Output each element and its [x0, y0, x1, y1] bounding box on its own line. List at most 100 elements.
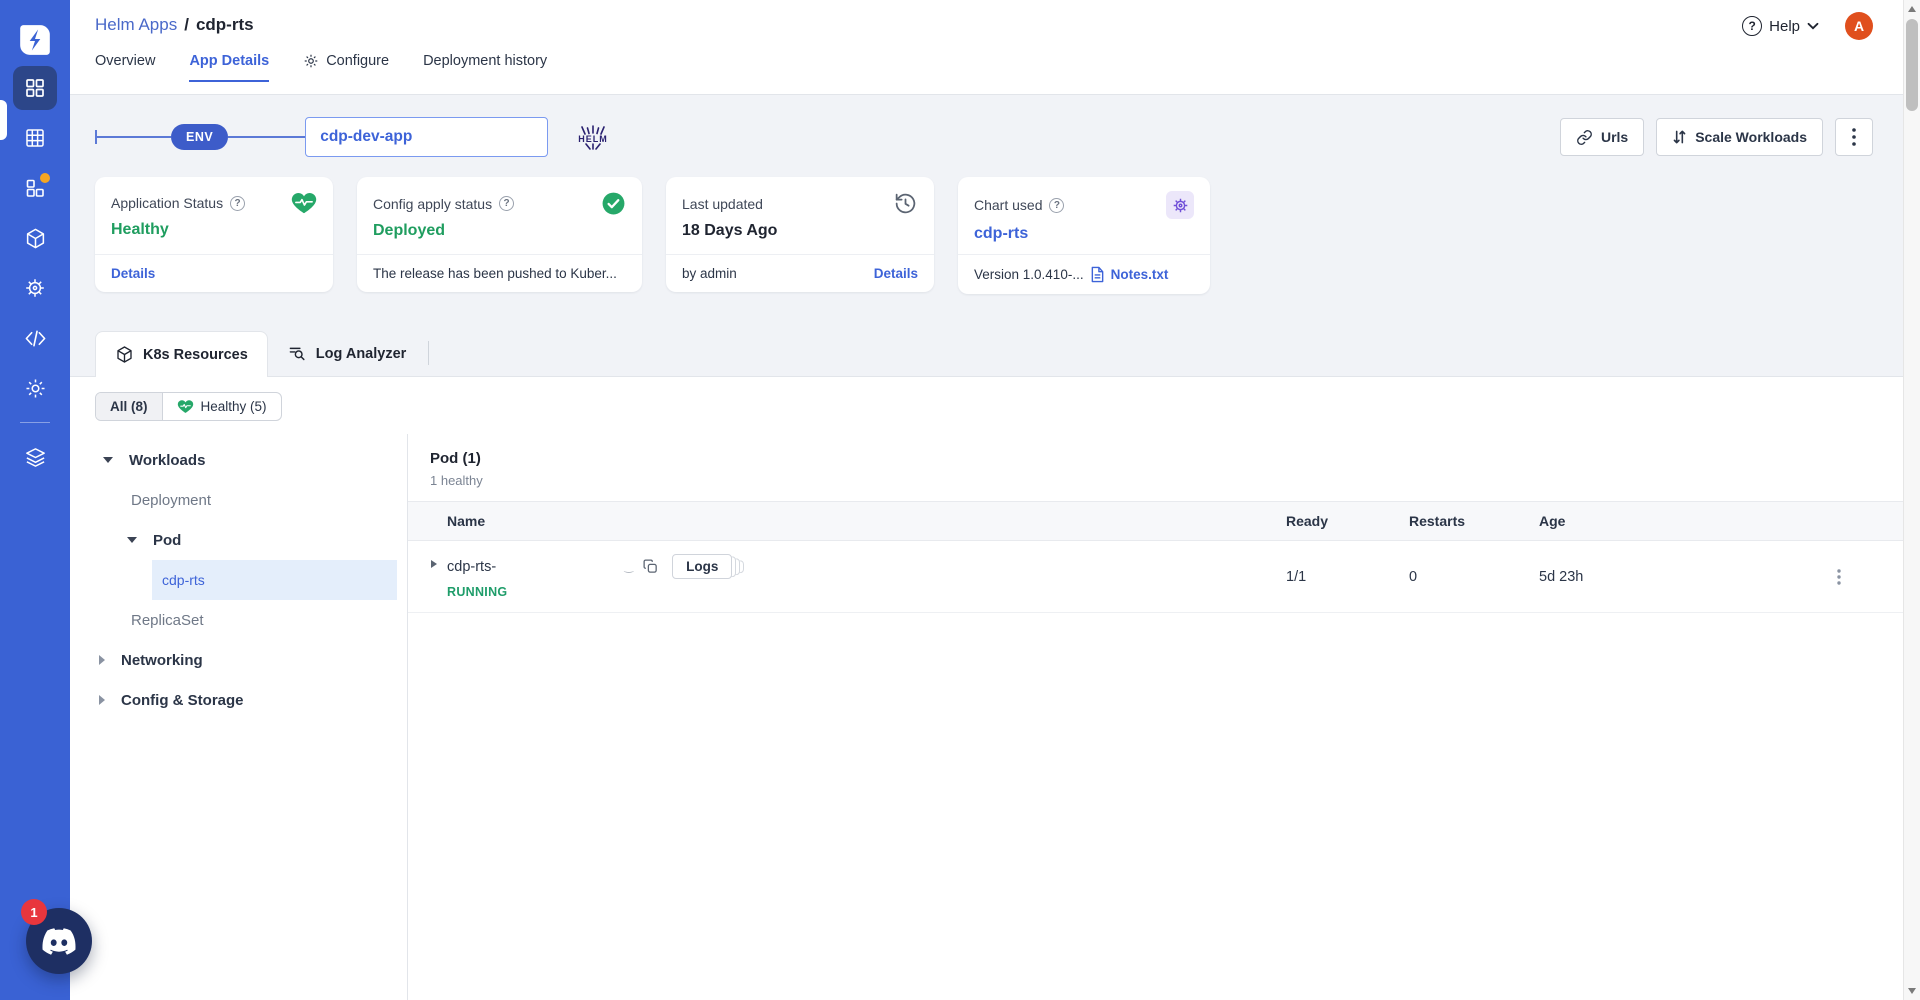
scale-workloads-button[interactable]: Scale Workloads [1656, 118, 1823, 156]
column-name: Name [447, 513, 486, 529]
chat-notification-badge: 1 [21, 899, 47, 925]
sidebar-item-stacks[interactable] [13, 435, 57, 479]
devtron-logo[interactable] [15, 20, 55, 60]
config-apply-status-card: Config apply status ? Deployed The relea… [357, 177, 642, 292]
filter-label: Healthy (5) [200, 399, 267, 414]
tab-label: Configure [326, 53, 390, 69]
sidebar-item-applications[interactable] [13, 66, 57, 110]
chart-version: Version 1.0.410-... [974, 267, 1084, 282]
breadcrumb-parent-link[interactable]: Helm Apps [95, 15, 177, 35]
expand-caret-icon[interactable] [431, 560, 437, 568]
env-line [228, 136, 306, 138]
tab-configure[interactable]: Configure [303, 53, 389, 82]
tree-item-deployment[interactable]: Deployment [70, 480, 407, 520]
filter-healthy[interactable]: Healthy (5) [163, 393, 281, 420]
breadcrumb: Helm Apps / cdp-rts [95, 0, 1873, 35]
tree-item-workloads[interactable]: Workloads [70, 440, 407, 480]
tree-label: cdp-rts [162, 572, 205, 588]
card-title: Chart used [974, 197, 1043, 213]
updated-by: by admin [682, 266, 737, 281]
tree-item-pod[interactable]: Pod [70, 520, 407, 560]
pod-table-subtitle: 1 healthy [430, 473, 483, 488]
breadcrumb-current: cdp-rts [195, 15, 254, 34]
discord-chat-button[interactable]: 1 [21, 899, 92, 974]
table-row[interactable]: cdp-rts- ‿ Logs RUNNING 1/1 0 5d 23h [408, 541, 1903, 613]
sidebar-item-settings[interactable] [13, 366, 57, 410]
content: ENV cdp-dev-app HELM Urls Scale Workload… [70, 95, 1903, 1000]
pod-name: cdp-rts- [447, 558, 497, 575]
last-updated-value: 18 Days Ago [682, 222, 778, 239]
helm-logo: HELM [578, 124, 608, 150]
page-scrollbar[interactable] [1903, 0, 1920, 1000]
gear-icon [24, 377, 47, 400]
panel-body: Workloads Deployment Pod cdp-rts Replica… [70, 434, 1903, 1000]
stack-edge [731, 555, 737, 578]
sidebar-item-helm[interactable] [13, 266, 57, 310]
scroll-up-arrow[interactable] [1908, 6, 1916, 12]
helm-wheel-icon [1166, 191, 1194, 219]
app-name-value: cdp-dev-app [320, 128, 413, 145]
notification-dot [40, 173, 50, 183]
scale-arrows-icon [1672, 129, 1687, 145]
app-root: Helm Apps / cdp-rts Overview App Details… [0, 0, 1920, 1000]
heart-icon [177, 399, 194, 414]
tab-app-details[interactable]: App Details [189, 53, 270, 82]
help-label: Help [1769, 17, 1800, 35]
resource-tree: Workloads Deployment Pod cdp-rts Replica… [70, 434, 407, 1000]
tree-label: Deployment [131, 491, 212, 509]
urls-button[interactable]: Urls [1559, 118, 1645, 156]
document-icon [1090, 266, 1105, 283]
info-icon[interactable]: ? [1049, 197, 1065, 213]
filter-row: All (8) Healthy (5) [70, 377, 1903, 434]
env-line [97, 136, 171, 138]
details-link[interactable]: Details [874, 266, 918, 281]
sidebar-item-resource-browser[interactable] [13, 216, 57, 260]
question-circle-icon: ? [1742, 16, 1763, 36]
copy-icon[interactable] [642, 558, 659, 575]
topbar-right: ? Help A [1742, 12, 1873, 40]
scroll-thumb[interactable] [1906, 19, 1918, 111]
caret-down-icon [127, 537, 137, 543]
last-updated-card: Last updated 18 Days Ago by admin Detail… [666, 177, 934, 292]
filter-label: All (8) [110, 399, 148, 414]
env-badge: ENV [171, 124, 229, 150]
details-link[interactable]: Details [111, 266, 155, 281]
sidebar-item-code[interactable] [13, 316, 57, 360]
tree-item-cdp-rts-selected[interactable]: cdp-rts [152, 560, 397, 600]
avatar[interactable]: A [1845, 12, 1873, 40]
logs-button[interactable]: Logs [672, 554, 733, 579]
tab-label: K8s Resources [143, 346, 248, 363]
filter-all[interactable]: All (8) [96, 393, 163, 420]
tree-item-config-storage[interactable]: Config & Storage [70, 680, 407, 720]
chart-used-link[interactable]: cdp-rts [974, 225, 1194, 243]
sidebar-item-app-groups[interactable] [13, 116, 57, 160]
info-icon[interactable]: ? [230, 195, 246, 211]
tab-separator [428, 341, 430, 365]
kebab-icon [1852, 128, 1856, 146]
card-title: Application Status [111, 195, 224, 211]
application-status-value: Healthy [111, 221, 169, 238]
tree-item-networking[interactable]: Networking [70, 640, 407, 680]
info-icon[interactable]: ? [499, 196, 515, 211]
tree-item-replicaset[interactable]: ReplicaSet [70, 600, 407, 640]
tab-k8s-resources[interactable]: K8s Resources [95, 331, 268, 377]
code-icon [24, 327, 47, 350]
sidebar-item-chart-store[interactable] [13, 166, 57, 210]
caret-right-icon [99, 655, 105, 665]
pod-age: 5d 23h [1539, 568, 1584, 585]
tab-log-analyzer[interactable]: Log Analyzer [268, 330, 427, 376]
sidebar-divider [20, 422, 50, 423]
tab-overview[interactable]: Overview [95, 53, 155, 82]
release-message: The release has been pushed to Kuber... [373, 266, 617, 281]
tab-label: App Details [189, 53, 270, 69]
helm-logo-text: HELM [578, 133, 608, 144]
more-actions-button[interactable] [1835, 118, 1873, 156]
help-button[interactable]: ? Help [1742, 16, 1819, 36]
app-tabs: Overview App Details Configure Deploymen… [95, 48, 1873, 82]
chevron-down-icon [1807, 22, 1819, 30]
notes-link[interactable]: Notes.txt [1111, 267, 1169, 282]
tab-deployment-history[interactable]: Deployment history [423, 53, 547, 82]
scroll-down-arrow[interactable] [1908, 988, 1916, 994]
app-name-input[interactable]: cdp-dev-app [305, 117, 549, 157]
row-kebab-icon[interactable] [1826, 564, 1852, 590]
